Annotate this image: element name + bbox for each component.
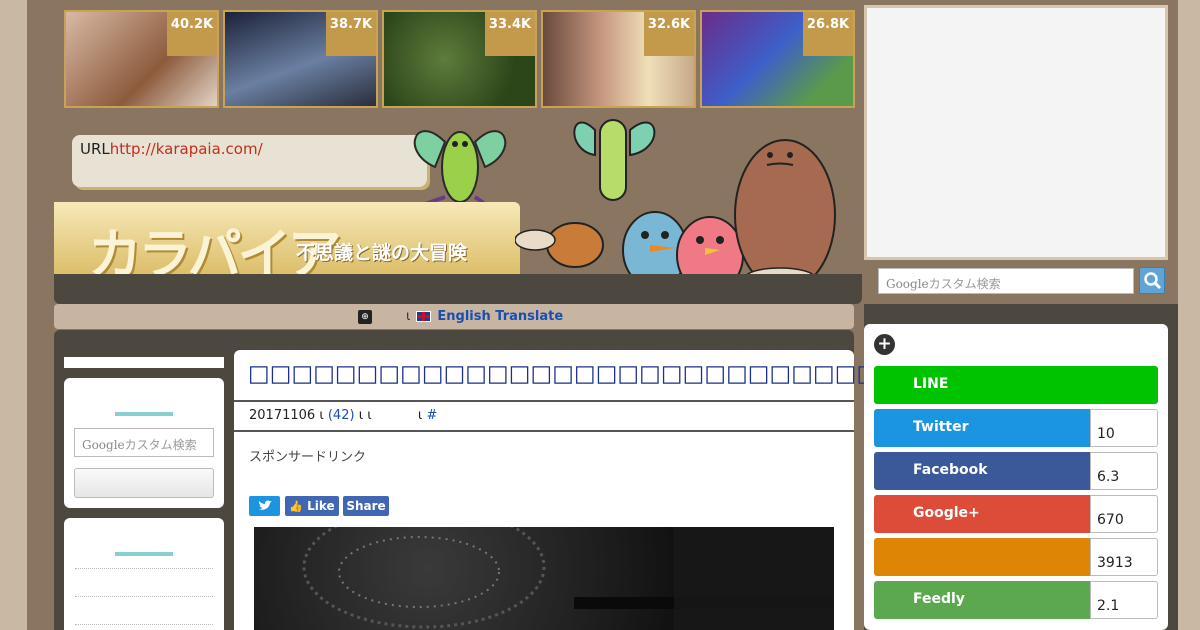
bookmark-count: 3913	[1090, 538, 1158, 576]
globe-icon[interactable]: ⊕	[358, 309, 372, 324]
post-date: 20171106	[249, 408, 316, 423]
share-row-feedly[interactable]: Feedly 2.1	[874, 581, 1158, 619]
mascot-characters-icon	[515, 119, 836, 294]
meta-sep: ι	[319, 408, 324, 423]
search-placeholder: カスタム検索	[928, 277, 1001, 291]
meta-sep: ι ι	[358, 408, 372, 423]
separator: ι	[406, 309, 411, 324]
article-image	[254, 527, 834, 630]
view-count: 38.7K	[326, 12, 376, 56]
twitter-bird-icon	[258, 500, 272, 510]
list-divider	[75, 624, 213, 625]
sidebar-search-input[interactable]: Googleカスタム検索	[74, 428, 214, 457]
comment-count-link[interactable]: (42)	[328, 408, 355, 423]
facebook-like-button[interactable]: 👍 Like	[285, 496, 339, 516]
google-brand: Google	[886, 277, 929, 291]
popular-thumb-5[interactable]: 26.8K	[700, 10, 855, 108]
share-row-hatena[interactable]: 3913	[874, 538, 1158, 576]
share-row-line[interactable]: LINE	[874, 366, 1158, 404]
feedly-button[interactable]: Feedly	[874, 581, 1091, 619]
popular-thumb-4[interactable]: 32.6K	[541, 10, 696, 108]
translate-items: ⊕ ι English Translate	[358, 309, 563, 324]
sidebar-search-button[interactable]	[74, 468, 214, 498]
site-url-link[interactable]: http://karapaia.com/	[110, 140, 263, 158]
sponsored-link-label: スポンサードリンク	[249, 450, 367, 465]
view-count: 40.2K	[167, 12, 217, 56]
ad-banner	[864, 5, 1168, 260]
bookmark-share-button[interactable]	[874, 538, 1091, 576]
tag-link[interactable]: #	[426, 408, 437, 423]
thumbs-up-icon: 👍	[289, 499, 304, 513]
googleplus-share-button[interactable]: Google+	[874, 495, 1091, 533]
widget-heading-line	[115, 412, 173, 416]
like-label: Like	[307, 499, 335, 513]
twitter-share-button[interactable]: Twitter	[874, 409, 1091, 447]
view-count: 32.6K	[644, 12, 694, 56]
facebook-share-button[interactable]: Share	[343, 496, 389, 516]
feedly-count: 2.1	[1090, 581, 1158, 619]
lace-pattern	[302, 527, 834, 630]
uk-flag-icon	[416, 311, 432, 322]
share-row-facebook[interactable]: Facebook 6.3	[874, 452, 1158, 490]
list-divider	[75, 568, 213, 569]
view-count: 33.4K	[485, 12, 535, 56]
article-meta: 20171106 ι (42) ι ι ι #	[234, 400, 854, 432]
butterfly-mascot-icon	[413, 130, 507, 206]
search-placeholder: カスタム検索	[124, 438, 197, 452]
list-divider	[75, 596, 213, 597]
plus-icon[interactable]: +	[874, 334, 895, 355]
share-row-googleplus[interactable]: Google+ 670	[874, 495, 1158, 533]
share-row-twitter[interactable]: Twitter 10	[874, 409, 1158, 447]
view-count: 26.8K	[803, 12, 853, 56]
popular-thumb-3[interactable]: 33.4K	[382, 10, 537, 108]
line-share-button[interactable]: LINE	[874, 366, 1158, 404]
tweet-button[interactable]	[249, 496, 280, 516]
search-icon	[1144, 272, 1162, 290]
english-translate-link[interactable]: English Translate	[437, 309, 563, 324]
widget-heading-line	[115, 552, 173, 556]
meta-sep: ι	[417, 408, 423, 423]
googleplus-count: 670	[1090, 495, 1158, 533]
sidebar-list-widget	[64, 518, 224, 630]
facebook-count: 6.3	[1090, 452, 1158, 490]
share-label: Share	[346, 499, 386, 513]
sidebar-strip	[64, 357, 224, 368]
search-button[interactable]	[1139, 267, 1165, 294]
popular-thumb-1[interactable]: 40.2K	[64, 10, 219, 108]
url-label: URL	[80, 140, 110, 158]
twitter-count: 10	[1090, 409, 1158, 447]
google-brand: Google	[82, 438, 125, 452]
header-bottom-band	[54, 274, 862, 304]
site-tagline: 不思議と謎の大冒険	[296, 242, 468, 264]
url-box: URLhttp://karapaia.com/	[72, 135, 427, 187]
facebook-share-button-side[interactable]: Facebook	[874, 452, 1091, 490]
header-search-input[interactable]: Googleカスタム検索	[878, 268, 1134, 294]
popular-thumb-2[interactable]: 38.7K	[223, 10, 378, 108]
